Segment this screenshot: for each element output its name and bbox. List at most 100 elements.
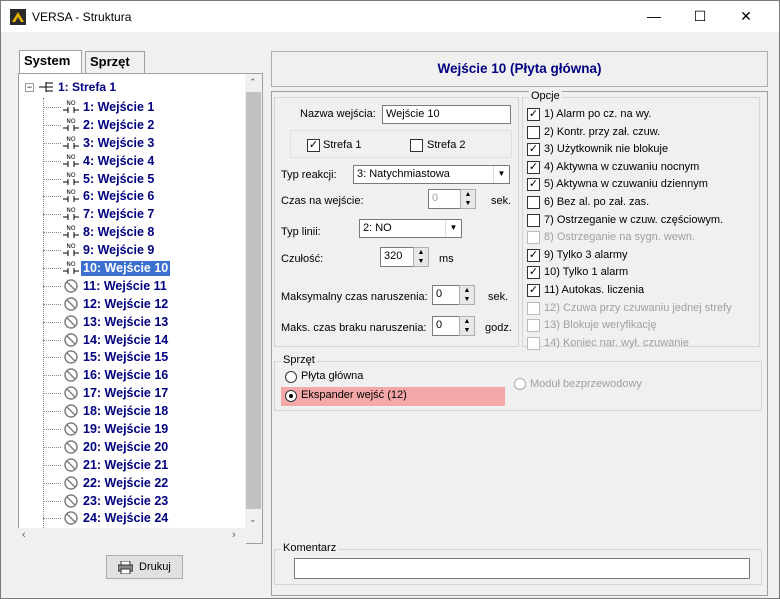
scroll-down-icon[interactable]: ⌄ [249,514,257,525]
scroll-right-icon[interactable]: › [232,529,236,541]
no-contact-icon: NO [63,207,79,221]
svg-text:NO: NO [66,136,75,143]
option-label: 5) Aktywna w czuwaniu dziennym [544,178,708,191]
options-group: Opcje ✓ 1) Alarm po cz. na wy. 2) Kontr. p… [522,90,760,350]
comment-input[interactable] [294,558,750,579]
tree-item[interactable]: 24: Wejście 24 [19,509,247,527]
tree-item[interactable]: 11: Wejście 11 [19,277,247,295]
option-checkbox[interactable]: ✓ [527,178,540,192]
tree-connector [43,268,61,270]
wireless-label: Moduł bezprzewodowy [530,378,642,390]
tree-item[interactable]: 20: Wejście 20 [19,438,247,456]
print-button[interactable]: Drukuj [106,555,183,579]
tree-item-label: 3: Wejście 3 [83,135,155,150]
option-checkbox[interactable] [527,336,540,350]
zone-icon [39,82,53,92]
option-label: 9) Tylko 3 alarmy [544,248,628,261]
tree-item[interactable]: 13: Wejście 13 [19,313,247,331]
tree-item[interactable]: 22: Wejście 22 [19,474,247,492]
tree-connector [43,285,61,287]
title-bar[interactable]: VERSA - Struktura — ☐ ✕ [1,1,779,32]
tree-connector [43,411,61,413]
tree-item[interactable]: 12: Wejście 12 [19,295,247,313]
no-contact-icon: NO [63,172,79,185]
tree-item[interactable]: NO 5: Wejście 5 [19,170,247,188]
option-checkbox[interactable] [527,196,540,209]
tree-item[interactable]: NO 8: Wejście 8 [19,223,247,241]
tree-item[interactable]: NO 4: Wejście 4 [19,152,247,170]
tab-sprzet[interactable]: Sprzęt [85,51,145,73]
main-board-radio[interactable] [285,371,297,383]
option-label: 1) Alarm po cz. na wy. [544,108,652,120]
tree-item[interactable]: 14: Wejście 14 [19,331,247,349]
tree-item-label: 20: Wejście 20 [83,439,169,454]
tree-connector [43,518,61,520]
tree-item[interactable]: 23: Wejście 23 [19,492,247,510]
tree-vertical-scrollbar[interactable]: ⌃ ⌄ [245,74,262,543]
option-checkbox[interactable] [527,301,540,315]
close-button[interactable]: ✕ [723,1,769,32]
option-checkbox[interactable]: ✓ [527,266,540,280]
tree-item[interactable]: 19: Wejście 19 [19,420,247,438]
disabled-icon [64,493,78,508]
option-label: 6) Bez al. po zał. zas. [544,196,650,208]
tree-item-label: 17: Wejście 17 [83,386,169,401]
option-checkbox[interactable] [527,231,540,245]
tree-item[interactable]: NO 10: Wejście 10 [19,259,247,277]
tree-item[interactable]: 17: Wejście 17 [19,384,247,402]
tree-item[interactable]: NO 2: Wejście 2 [19,116,247,134]
scroll-left-icon[interactable]: ‹ [22,529,26,541]
tree-connector [43,250,61,252]
tree-item[interactable]: NO 6: Wejście 6 [19,187,247,205]
tree-item[interactable]: 18: Wejście 18 [19,402,247,420]
print-button-label: Drukuj [139,561,171,573]
wireless-radio[interactable] [514,378,526,390]
option-checkbox[interactable]: ✓ [527,284,540,297]
maximize-button[interactable]: ☐ [677,1,723,32]
tree-connector [43,375,61,377]
no-contact-icon: NO [63,243,79,257]
option-checkbox[interactable]: ✓ [527,248,540,262]
scroll-thumb[interactable] [246,92,261,509]
tree-connector [43,124,61,126]
option-checkbox[interactable] [527,213,540,227]
collapse-icon[interactable]: − [25,83,34,92]
scroll-up-icon[interactable]: ⌃ [249,77,257,88]
tree-item-label: 16: Wejście 16 [83,368,169,383]
tree-item[interactable]: NO 1: Wejście 1 [19,98,247,116]
tree-horizontal-scrollbar[interactable]: ‹ › [18,528,246,544]
tree-item-label: 10: Wejście 10 [81,261,171,277]
tab-system[interactable]: System [19,50,82,74]
option-checkbox[interactable]: ✓ [527,143,540,157]
option-label: 11) Autokas. liczenia [544,284,645,296]
option-label: 13) Blokuje weryfikację [544,319,657,332]
minimize-button[interactable]: — [631,1,677,32]
hardware-title: Sprzęt [281,354,317,366]
tree-item[interactable]: NO 7: Wejście 7 [19,205,247,223]
option-label: 14) Koniec nar. wył. czuwanie [544,336,689,349]
structure-tree[interactable]: − 1: Strefa 1 NO 1: Wejście 1 NO 2: Wejście… [18,73,263,544]
tree-item-label: 14: Wejście 14 [83,332,169,347]
svg-text:NO: NO [66,154,75,161]
tree-item[interactable]: NO 3: Wejście 3 [19,134,247,152]
option-checkbox[interactable] [527,125,540,139]
option-checkbox[interactable] [527,319,540,333]
option-checkbox[interactable]: ✓ [527,108,540,121]
option-label: 3) Użytkownik nie blokuje [544,143,669,156]
tree-item[interactable]: NO 9: Wejście 9 [19,241,247,259]
tree-item[interactable]: 21: Wejście 21 [19,456,247,474]
main-board-label: Płyta główna [301,370,364,382]
tree-item[interactable]: 16: Wejście 16 [19,366,247,384]
general-group [274,97,519,347]
disabled-icon [64,297,78,311]
tree-item-label: 12: Wejście 12 [83,296,169,311]
tree-root-label: 1: Strefa 1 [58,80,117,94]
window-title: VERSA - Struktura [32,10,132,24]
svg-text:NO: NO [66,207,75,214]
option-checkbox[interactable]: ✓ [527,160,540,174]
tree-item[interactable]: 15: Wejście 15 [19,348,247,366]
disabled-icon [64,404,78,418]
expander-radio[interactable] [285,390,297,402]
tree-connector [43,196,61,198]
tree-connector [43,500,61,502]
